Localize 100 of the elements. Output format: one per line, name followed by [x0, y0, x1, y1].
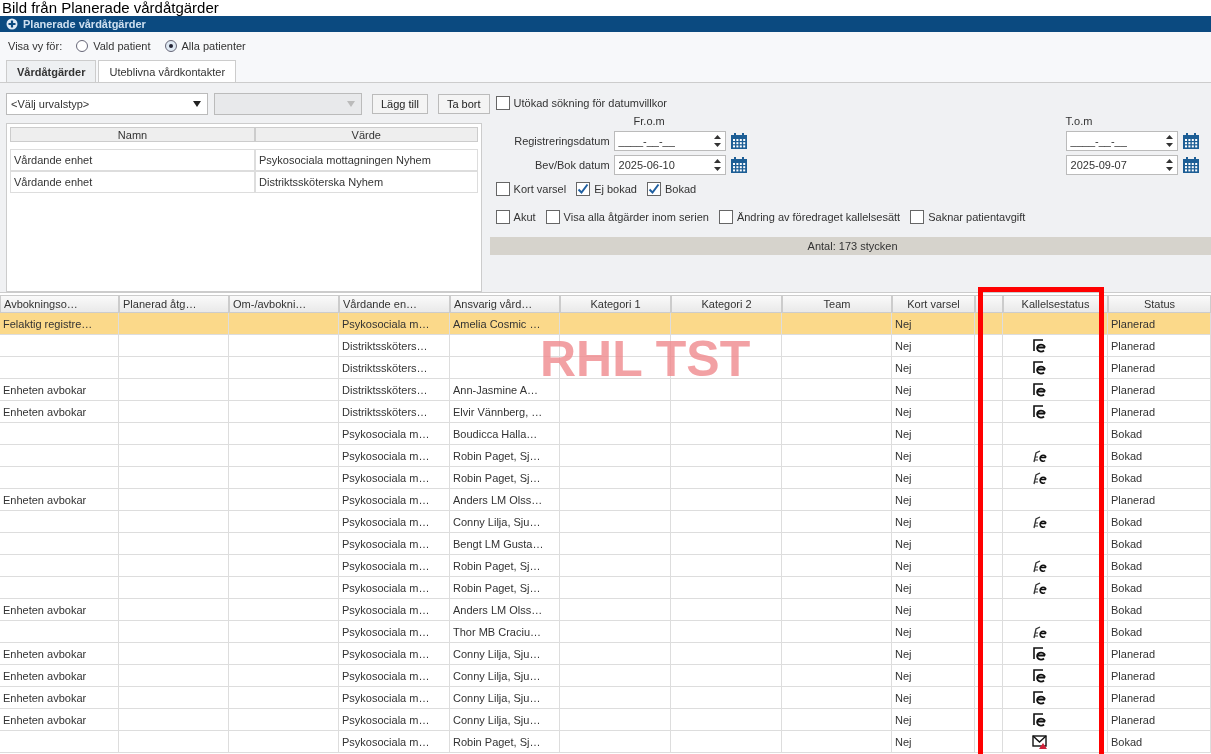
radio-button[interactable] [76, 40, 89, 52]
window-title: Planerade vårdåtgärder [23, 18, 146, 30]
checkbox[interactable] [718, 210, 733, 224]
spinner-icon[interactable] [1165, 135, 1173, 147]
table-row[interactable]: Psykosociala m… Robin Paget, Sj… Nej Bokad [0, 467, 1211, 489]
table-row[interactable]: Psykosociala m… Robin Paget, Sj… Nej Bokad [0, 731, 1211, 753]
column-header[interactable]: Planerad åtg… [119, 295, 229, 313]
view-label: Visa vy för: [8, 40, 63, 52]
radio-label: Alla patienter [181, 40, 246, 52]
hand-letter-icon [1033, 470, 1047, 485]
calendar-icon[interactable] [1181, 156, 1200, 174]
date-field[interactable]: 2025-06-10 [613, 155, 726, 175]
hand-letter-icon [1033, 558, 1047, 573]
column-header[interactable]: Om-/avbokni… [229, 295, 339, 313]
checkbox[interactable] [495, 182, 510, 196]
date-field[interactable]: 2025-09-07 [1065, 155, 1178, 175]
table-row[interactable]: Psykosociala m… Robin Paget, Sj… Nej Bokad [0, 555, 1211, 577]
checkbox[interactable] [910, 210, 925, 224]
column-header[interactable]: Vårdande en… [339, 295, 450, 313]
column-header: Namn [10, 127, 255, 142]
count-bar: Antal: 173 stycken [489, 237, 1211, 255]
table-row[interactable]: Enheten avbokar Distriktssköters… Elvir Vännberg, … Nej Planerad [0, 401, 1211, 423]
checkbox-label: Ej bokad [594, 183, 637, 195]
hand-letter-icon [1033, 624, 1047, 639]
table-cell: Vårdande enhet [10, 171, 255, 193]
table-row[interactable]: Enheten avbokar Psykosociala m… Conny Lilja, Sju… Nej Planerad [0, 665, 1211, 687]
hand-letter-icon [1033, 580, 1047, 595]
spinner-icon[interactable] [713, 135, 721, 147]
column-header[interactable]: Ansvarig vård… [450, 295, 560, 313]
checkbox[interactable] [495, 96, 510, 110]
spinner-icon[interactable] [713, 159, 721, 171]
spinner-icon[interactable] [1165, 159, 1173, 171]
calendar-icon[interactable] [1181, 132, 1200, 150]
table-row[interactable]: Psykosociala m… Thor MB Craciu… Nej Bokad [0, 621, 1211, 643]
mail-warning-icon [1032, 734, 1048, 749]
date-label: Registreringsdatum [513, 135, 611, 147]
table-cell: Robin Paget, Sj… [450, 731, 560, 753]
letter-icon [1033, 382, 1047, 397]
hand-letter-icon [1033, 514, 1047, 529]
checkbox-label: Utökad sökning för datumvillkor [513, 97, 668, 109]
to-label: T.o.m [1065, 115, 1094, 127]
table-cell: Distriktssköterska Nyhem [255, 171, 478, 193]
letter-icon [1033, 338, 1047, 353]
radio-button[interactable] [164, 40, 177, 52]
column-header[interactable]: Kallelsestatus [1003, 295, 1108, 313]
table-row[interactable]: Enheten avbokar Distriktssköters… Ann-Jasmine A… Nej Planerad [0, 379, 1211, 401]
date-field[interactable]: ____-__-__ [613, 131, 726, 151]
column-header[interactable]: Kategori 1 [560, 295, 671, 313]
table-row[interactable]: Enheten avbokar Psykosociala m… Conny Lilja, Sju… Nej Planerad [0, 643, 1211, 665]
checkbox[interactable] [576, 182, 591, 196]
date-label: Bev/Bok datum [533, 159, 611, 171]
tab[interactable]: Vårdåtgärder [6, 60, 97, 82]
table-row[interactable]: Psykosociala m… Bengt LM Gusta… Nej Bokad [0, 533, 1211, 555]
checkbox-label: Akut [513, 211, 536, 223]
table-row[interactable]: Enheten avbokar Psykosociala m… Anders LM Olss… Nej Planerad [0, 489, 1211, 511]
column-header[interactable]: Avbokningso… [0, 295, 119, 313]
from-label: Fr.o.m [632, 115, 666, 127]
table-row[interactable]: Enheten avbokar Psykosociala m… Conny Lilja, Sju… Nej Planerad [0, 687, 1211, 709]
table-row[interactable]: Psykosociala m… Conny Lilja, Sju… Nej Bokad [0, 511, 1211, 533]
letter-icon [1033, 360, 1047, 375]
column-header[interactable]: Status [1108, 295, 1211, 313]
column-header[interactable]: Kategori 2 [671, 295, 782, 313]
table-row[interactable]: Psykosociala m… Boudicca Halla… Nej Bokad [0, 423, 1211, 445]
dropdown-arrow-icon[interactable] [193, 101, 201, 107]
column-header[interactable]: Kort varsel [892, 295, 975, 313]
checkbox-label: Visa alla åtgärder inom serien [563, 211, 709, 223]
radio-label: Vald patient [93, 40, 151, 52]
column-header: Värde [255, 127, 478, 142]
checkbox[interactable] [495, 210, 510, 224]
table-row[interactable]: Psykosociala m… Robin Paget, Sj… Nej Bokad [0, 577, 1211, 599]
letter-icon [1033, 668, 1047, 683]
button[interactable]: Ta bort [437, 94, 490, 114]
caption: Bild från Planerade vårdåtgärder [1, 0, 220, 16]
checkbox-label: Saknar patientavgift [928, 211, 1026, 223]
tab[interactable]: Uteblivna vårdkontakter [98, 60, 237, 82]
table-row[interactable]: Psykosociala m… Robin Paget, Sj… Nej Bokad [0, 445, 1211, 467]
checkbox-label: Kort varsel [513, 183, 567, 195]
table-row[interactable]: Felaktig registre… Psykosociala m… Amelia Cosmic … Nej Planerad [0, 313, 1211, 335]
table-cell: Psykosociala m… [339, 731, 450, 753]
table-row[interactable]: Enheten avbokar Psykosociala m… Anders LM Olss… Nej Bokad [0, 599, 1211, 621]
checkbox-label: Bokad [664, 183, 697, 195]
letter-icon [1033, 712, 1047, 727]
hand-letter-icon [1033, 448, 1047, 463]
date-field[interactable]: ____-__-__ [1065, 131, 1178, 151]
type-dropdown[interactable]: <Välj urvalstyp> [6, 93, 208, 115]
letter-icon [1033, 404, 1047, 419]
letter-icon [1033, 646, 1047, 661]
table-row[interactable]: Enheten avbokar Psykosociala m… Conny Lilja, Sju… Nej Planerad [0, 709, 1211, 731]
checkbox-label: Ändring av föredraget kallelsesätt [736, 211, 901, 223]
table-cell: Psykosociala mottagningen Nyhem [255, 149, 478, 171]
table-cell: Vårdande enhet [10, 149, 255, 171]
button[interactable]: Lägg till [372, 94, 428, 114]
calendar-icon[interactable] [729, 156, 748, 174]
checkbox[interactable] [646, 182, 661, 196]
letter-icon [1033, 690, 1047, 705]
column-header[interactable]: Team [782, 295, 892, 313]
checkbox[interactable] [545, 210, 560, 224]
table-cell: Bokad [1108, 731, 1211, 753]
table-cell: Nej [892, 731, 975, 753]
calendar-icon[interactable] [729, 132, 748, 150]
